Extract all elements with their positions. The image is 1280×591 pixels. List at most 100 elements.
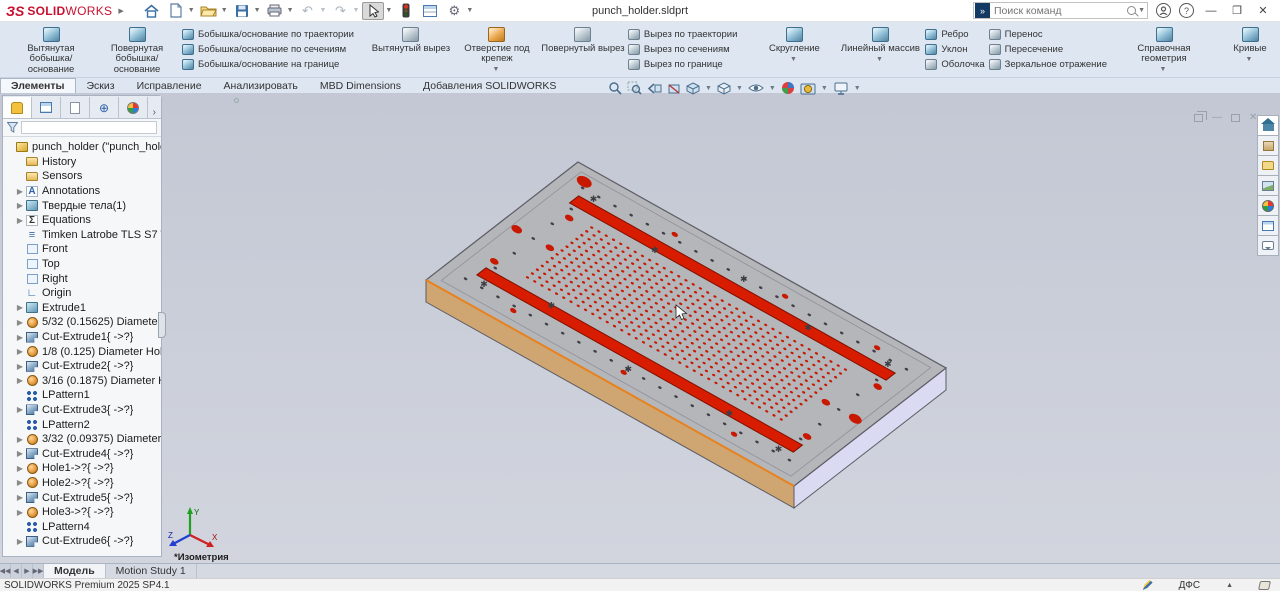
tree-item[interactable]: ▶3/32 (0.09375) Diameter Hole1->?{ xyxy=(5,432,161,447)
minimize-button[interactable]: — xyxy=(1202,5,1220,17)
boss-extrude-button[interactable]: Вытянутая бобышка/основание xyxy=(8,24,94,75)
expand-icon[interactable]: ▶ xyxy=(15,303,25,312)
reference-geometry-button[interactable]: Справочная геометрия▼ xyxy=(1121,24,1207,75)
curves-button[interactable]: Кривые▼ xyxy=(1207,24,1280,75)
dimxpert-manager-tab[interactable]: ⊕ xyxy=(90,97,119,118)
interference-light-icon[interactable] xyxy=(395,2,417,20)
featuremanager-tree-tab[interactable] xyxy=(3,97,32,118)
tree-item[interactable]: LPattern2 xyxy=(5,417,161,432)
previous-view-icon[interactable] xyxy=(647,82,662,95)
tree-item[interactable]: LPattern4 xyxy=(5,519,161,534)
options-list-button[interactable] xyxy=(419,2,441,20)
punch-holder-model[interactable]: ✱✱✱✱✱✱✱✱✱✱ xyxy=(164,93,1257,563)
tree-root-item[interactable]: punch_holder ("punch_holder" Defau xyxy=(5,140,161,155)
display-style-caret-icon[interactable]: ▼ xyxy=(736,85,743,92)
open-button[interactable] xyxy=(198,2,220,20)
rib-button[interactable]: Ребро xyxy=(925,27,984,42)
expand-icon[interactable]: ▶ xyxy=(15,376,25,385)
tab-добавления-solidworks[interactable]: Добавления SOLIDWORKS xyxy=(412,78,567,93)
expand-icon[interactable]: ▶ xyxy=(15,478,25,487)
linear-pattern-button[interactable]: Линейный массив▼ xyxy=(837,24,923,75)
restore-button[interactable]: ❐ xyxy=(1228,4,1246,17)
expand-icon[interactable]: ▶ xyxy=(15,333,25,342)
reference-geometry-caret-icon[interactable]: ▼ xyxy=(1160,65,1167,76)
property-manager-tab[interactable] xyxy=(32,97,61,118)
tree-item[interactable]: ▶Extrude1 xyxy=(5,301,161,316)
tree-item[interactable]: LPattern1 xyxy=(5,388,161,403)
hide-show-caret-icon[interactable]: ▼ xyxy=(769,85,776,92)
tree-item[interactable]: History xyxy=(5,155,161,170)
forum-button[interactable] xyxy=(1257,235,1279,256)
cut-boundary-button[interactable]: Вырез по границе xyxy=(628,57,737,72)
tab-исправление[interactable]: Исправление xyxy=(126,78,213,93)
tree-item[interactable]: ▶Cut-Extrude2{ ->?} xyxy=(5,359,161,374)
move-button[interactable]: Перенос xyxy=(989,27,1107,42)
tab-scroll-prev-icon[interactable]: ◀ xyxy=(11,564,22,578)
design-library-button[interactable] xyxy=(1257,135,1279,156)
undo-caret-icon[interactable]: ▼ xyxy=(320,7,327,14)
tree-item[interactable]: ▶Cut-Extrude4{ ->?} xyxy=(5,446,161,461)
appearances-button[interactable] xyxy=(1257,195,1279,216)
select-caret-icon[interactable]: ▼ xyxy=(385,7,392,14)
apply-scene-icon[interactable] xyxy=(800,82,816,95)
boss-boundary-button[interactable]: Бобышка/основание на границе xyxy=(182,57,354,72)
search-caret-icon[interactable]: ▼ xyxy=(1138,7,1145,14)
curves-caret-icon[interactable]: ▼ xyxy=(1246,55,1253,66)
display-manager-tab[interactable] xyxy=(119,97,148,118)
user-account-icon[interactable] xyxy=(1156,3,1171,18)
expand-icon[interactable]: ▶ xyxy=(15,537,25,546)
settings-gear-button[interactable]: ⚙ xyxy=(443,2,465,20)
display-style-icon[interactable] xyxy=(717,82,731,95)
help-button[interactable]: ? xyxy=(1179,3,1194,18)
select-tool-button[interactable] xyxy=(362,2,384,20)
expand-icon[interactable]: ▶ xyxy=(15,464,25,473)
fillet-button[interactable]: Скругление▼ xyxy=(751,24,837,75)
motion-study-tab[interactable]: Motion Study 1 xyxy=(106,564,197,578)
tree-item[interactable]: ∟Origin xyxy=(5,286,161,301)
view-orientation-icon[interactable] xyxy=(686,82,700,95)
expand-icon[interactable]: ▶ xyxy=(15,508,25,517)
tree-item[interactable]: Right xyxy=(5,271,161,286)
home-button[interactable] xyxy=(141,2,163,20)
cut-revolve-button[interactable]: Повернутый вырез xyxy=(540,24,626,75)
cut-extrude-button[interactable]: Вытянутый вырез xyxy=(368,24,454,75)
view-palette-button[interactable] xyxy=(1257,175,1279,196)
apply-scene-caret-icon[interactable]: ▼ xyxy=(821,85,828,92)
edit-appearance-icon[interactable] xyxy=(781,81,795,95)
redo-caret-icon[interactable]: ▼ xyxy=(352,7,359,14)
view-settings-caret-icon[interactable]: ▼ xyxy=(854,85,861,92)
zoom-to-area-icon[interactable] xyxy=(627,81,642,95)
tree-item[interactable]: ▶ΣEquations xyxy=(5,213,161,228)
search-input[interactable] xyxy=(994,5,1127,17)
filter-funnel-icon[interactable] xyxy=(7,122,18,133)
expand-icon[interactable]: ▶ xyxy=(15,216,25,225)
tab-scroll-next-icon[interactable]: ▶ xyxy=(22,564,33,578)
command-search[interactable]: » ▼ xyxy=(973,2,1148,19)
tree-item[interactable]: ▶Hole2->?{ ->?} xyxy=(5,476,161,491)
panel-collapse-dot[interactable] xyxy=(234,98,239,103)
expand-icon[interactable]: ▶ xyxy=(15,187,25,196)
section-view-icon[interactable] xyxy=(667,82,681,95)
view-orientation-caret-icon[interactable]: ▼ xyxy=(705,85,712,92)
linear-pattern-caret-icon[interactable]: ▼ xyxy=(876,55,883,66)
tree-item[interactable]: ▶Твердые тела(1) xyxy=(5,198,161,213)
logo-expand-icon[interactable]: ▶ xyxy=(118,7,123,15)
tree-item[interactable]: ▶Cut-Extrude6{ ->?} xyxy=(5,534,161,549)
expand-icon[interactable]: ▶ xyxy=(15,318,25,327)
hide-show-items-icon[interactable] xyxy=(748,82,764,94)
tree-item[interactable]: ▶Hole1->?{ ->?} xyxy=(5,461,161,476)
new-caret-icon[interactable]: ▼ xyxy=(188,7,195,14)
tree-item[interactable]: ▶5/32 (0.15625) Diameter Hole1->?{ xyxy=(5,315,161,330)
draft-button[interactable]: Уклон xyxy=(925,42,984,57)
tree-item[interactable]: ▶3/16 (0.1875) Diameter Hole1->?{ xyxy=(5,374,161,389)
custom-properties-button[interactable] xyxy=(1257,215,1279,236)
expand-icon[interactable]: ▶ xyxy=(15,493,25,502)
hole-wizard-button[interactable]: Отверстие под крепеж▼ xyxy=(454,24,540,75)
expand-icon[interactable]: ▶ xyxy=(15,405,25,414)
hole-wizard-caret-icon[interactable]: ▼ xyxy=(492,65,499,76)
model-tab[interactable]: Модель xyxy=(44,564,106,578)
boss-loft-button[interactable]: Бобышка/основание по сечениям xyxy=(182,42,354,57)
doc-minimize-icon[interactable]: — xyxy=(1212,112,1222,123)
taskpane-home-button[interactable] xyxy=(1257,115,1279,136)
boss-sweep-button[interactable]: Бобышка/основание по траектории xyxy=(182,27,354,42)
